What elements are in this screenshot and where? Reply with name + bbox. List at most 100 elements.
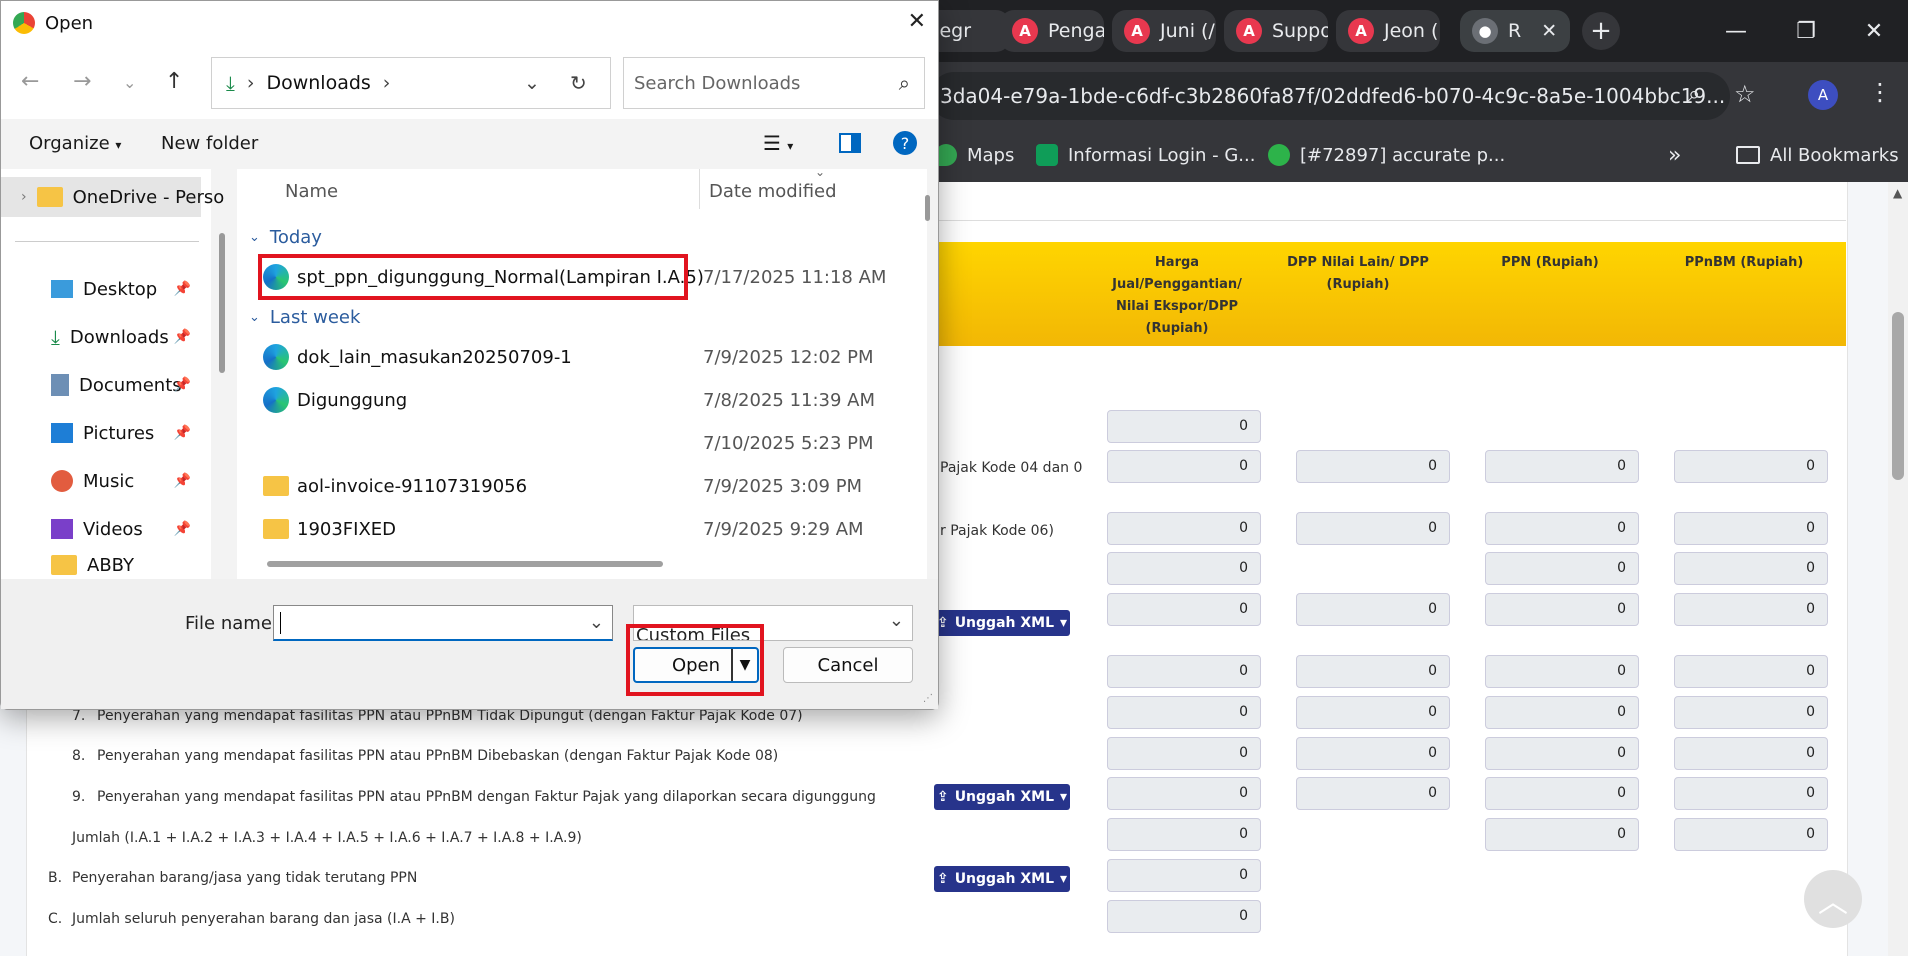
bookmark-star-icon[interactable]: ☆ xyxy=(1734,80,1756,108)
amount-input[interactable]: 0 xyxy=(1107,450,1261,483)
column-header-date[interactable]: Date modified xyxy=(709,181,837,202)
amount-input[interactable]: 0 xyxy=(1674,818,1828,851)
new-folder-button[interactable]: New folder xyxy=(161,133,258,154)
group-today[interactable]: ⌄ Today xyxy=(249,227,322,248)
new-tab-button[interactable]: + xyxy=(1582,12,1620,50)
amount-input[interactable]: 0 xyxy=(1107,593,1261,626)
back-arrow-icon[interactable]: ← xyxy=(21,69,39,94)
chevron-down-icon[interactable]: ⌄ xyxy=(589,612,604,633)
file-name-input[interactable]: ⌄ xyxy=(273,605,613,641)
close-icon[interactable]: ✕ xyxy=(908,9,926,34)
scroll-up-icon[interactable]: ▲ xyxy=(1893,186,1902,200)
amount-input[interactable]: 0 xyxy=(1674,552,1828,585)
tab-3[interactable]: A Juni (/ xyxy=(1112,10,1216,52)
restore-icon[interactable]: ❐ xyxy=(1782,8,1830,54)
amount-input[interactable]: 0 xyxy=(1296,737,1450,770)
resize-grip-icon[interactable]: ⋰ xyxy=(923,693,933,704)
file-row[interactable]: aol-invoice-91107319056 7/9/2025 3:09 PM xyxy=(263,466,903,506)
menu-icon[interactable]: ⋮ xyxy=(1868,78,1892,106)
chevron-down-icon[interactable]: ⌄ xyxy=(889,610,904,631)
back-to-top-button[interactable]: ︿ xyxy=(1804,870,1862,928)
forward-arrow-icon[interactable]: → xyxy=(73,69,91,94)
amount-input[interactable]: 0 xyxy=(1485,512,1639,545)
amount-input[interactable]: 0 xyxy=(1485,450,1639,483)
bookmark-maps[interactable]: Maps xyxy=(935,138,1014,172)
amount-input[interactable]: 0 xyxy=(1674,593,1828,626)
file-row[interactable]: dok_lain_masukan20250709-1 7/9/2025 12:02… xyxy=(263,337,903,377)
nav-item-onedrive[interactable]: › OneDrive - Perso xyxy=(1,177,224,217)
nav-item-downloads[interactable]: ⤓ Downloads 📌 xyxy=(1,317,201,357)
amount-input[interactable]: 0 xyxy=(1107,737,1261,770)
amount-input[interactable]: 0 xyxy=(1107,818,1261,851)
amount-input[interactable]: 0 xyxy=(1107,900,1261,933)
amount-input[interactable]: 0 xyxy=(1674,737,1828,770)
group-last-week[interactable]: ⌄ Last week xyxy=(249,307,360,328)
amount-input[interactable]: 0 xyxy=(1107,777,1261,810)
search-input[interactable]: Search Downloads ⌕ xyxy=(623,57,925,109)
amount-input[interactable]: 0 xyxy=(1296,512,1450,545)
amount-input[interactable]: 0 xyxy=(1296,450,1450,483)
tab-2[interactable]: A Penga xyxy=(1000,10,1104,52)
chevron-down-icon[interactable]: ⌄ xyxy=(524,72,540,94)
refresh-icon[interactable]: ↻ xyxy=(570,71,587,95)
close-window-icon[interactable]: ✕ xyxy=(1850,8,1898,54)
amount-input[interactable]: 0 xyxy=(1107,410,1261,443)
amount-input[interactable]: 0 xyxy=(1674,512,1828,545)
cancel-button[interactable]: Cancel xyxy=(783,647,913,683)
file-row[interactable]: 7/10/2025 5:23 PM xyxy=(263,423,903,463)
bookmark-informasi-login[interactable]: Informasi Login - G... xyxy=(1036,138,1255,172)
nav-item-desktop[interactable]: Desktop 📌 xyxy=(1,269,201,309)
nav-item-videos[interactable]: Videos 📌 xyxy=(1,509,201,549)
amount-input[interactable]: 0 xyxy=(1296,696,1450,729)
minimize-icon[interactable]: — xyxy=(1712,8,1760,54)
amount-input[interactable]: 0 xyxy=(1296,777,1450,810)
amount-input[interactable]: 0 xyxy=(1107,655,1261,688)
help-icon[interactable]: ? xyxy=(893,131,917,155)
horizontal-scrollbar[interactable] xyxy=(267,561,663,567)
file-list-scrollbar[interactable] xyxy=(925,195,930,221)
bookmarks-overflow-button[interactable]: » xyxy=(1668,138,1681,172)
organize-button[interactable]: Organize ▾ xyxy=(29,133,121,154)
file-row[interactable]: 1903FIXED 7/9/2025 9:29 AM xyxy=(263,509,903,549)
amount-input[interactable]: 0 xyxy=(1485,737,1639,770)
page-scrollbar-thumb[interactable] xyxy=(1892,312,1904,480)
up-arrow-icon[interactable]: ↑ xyxy=(165,69,183,94)
amount-input[interactable]: 0 xyxy=(1485,696,1639,729)
amount-input[interactable]: 0 xyxy=(1674,696,1828,729)
preview-pane-icon[interactable] xyxy=(839,133,861,153)
amount-input[interactable]: 0 xyxy=(1107,552,1261,585)
file-row[interactable]: Digunggung 7/8/2025 11:39 AM xyxy=(263,380,903,420)
amount-input[interactable]: 0 xyxy=(1485,552,1639,585)
amount-input[interactable]: 0 xyxy=(1296,593,1450,626)
amount-input[interactable]: 0 xyxy=(1107,859,1261,892)
amount-input[interactable]: 0 xyxy=(1674,777,1828,810)
amount-input[interactable]: 0 xyxy=(1674,655,1828,688)
view-options-icon[interactable]: ☰ ▾ xyxy=(763,131,793,155)
tab-5[interactable]: A Jeon ( xyxy=(1336,10,1440,52)
close-tab-icon[interactable]: ✕ xyxy=(1541,20,1557,42)
amount-input[interactable]: 0 xyxy=(1107,512,1261,545)
amount-input[interactable]: 0 xyxy=(1485,655,1639,688)
nav-item-documents[interactable]: Documents 📌 xyxy=(1,365,201,405)
column-header-name[interactable]: Name xyxy=(285,181,338,202)
path-folder[interactable]: Downloads xyxy=(266,72,370,94)
profile-avatar[interactable]: A xyxy=(1808,80,1838,110)
amount-input[interactable]: 0 xyxy=(1485,818,1639,851)
bookmark-accurate[interactable]: [#72897] accurate p... xyxy=(1268,138,1505,172)
page-scrollbar[interactable] xyxy=(1888,182,1908,956)
nav-item-pictures[interactable]: Pictures 📌 xyxy=(1,413,201,453)
chevron-down-icon[interactable]: ⌄ xyxy=(123,73,136,92)
nav-pane-scrollbar[interactable] xyxy=(219,233,225,373)
amount-input[interactable]: 0 xyxy=(1296,655,1450,688)
address-bar[interactable]: 3da04-e79a-1bde-c6df-c3b2860fa87f/02ddfe… xyxy=(930,72,1730,120)
amount-input[interactable]: 0 xyxy=(1485,593,1639,626)
all-bookmarks-button[interactable]: All Bookmarks xyxy=(1736,138,1899,172)
upload-xml-button[interactable]: ⇪ Unggah XML ▾ xyxy=(934,784,1070,810)
amount-input[interactable]: 0 xyxy=(1107,696,1261,729)
tab-active[interactable]: ● R ✕ xyxy=(1460,10,1570,52)
tab-4[interactable]: A Suppo xyxy=(1224,10,1328,52)
amount-input[interactable]: 0 xyxy=(1674,450,1828,483)
nav-item-music[interactable]: Music 📌 xyxy=(1,461,201,501)
zoom-icon[interactable]: ⌕ xyxy=(1688,82,1700,107)
path-breadcrumb[interactable]: ⤓ › Downloads › ⌄ ↻ xyxy=(211,57,611,109)
